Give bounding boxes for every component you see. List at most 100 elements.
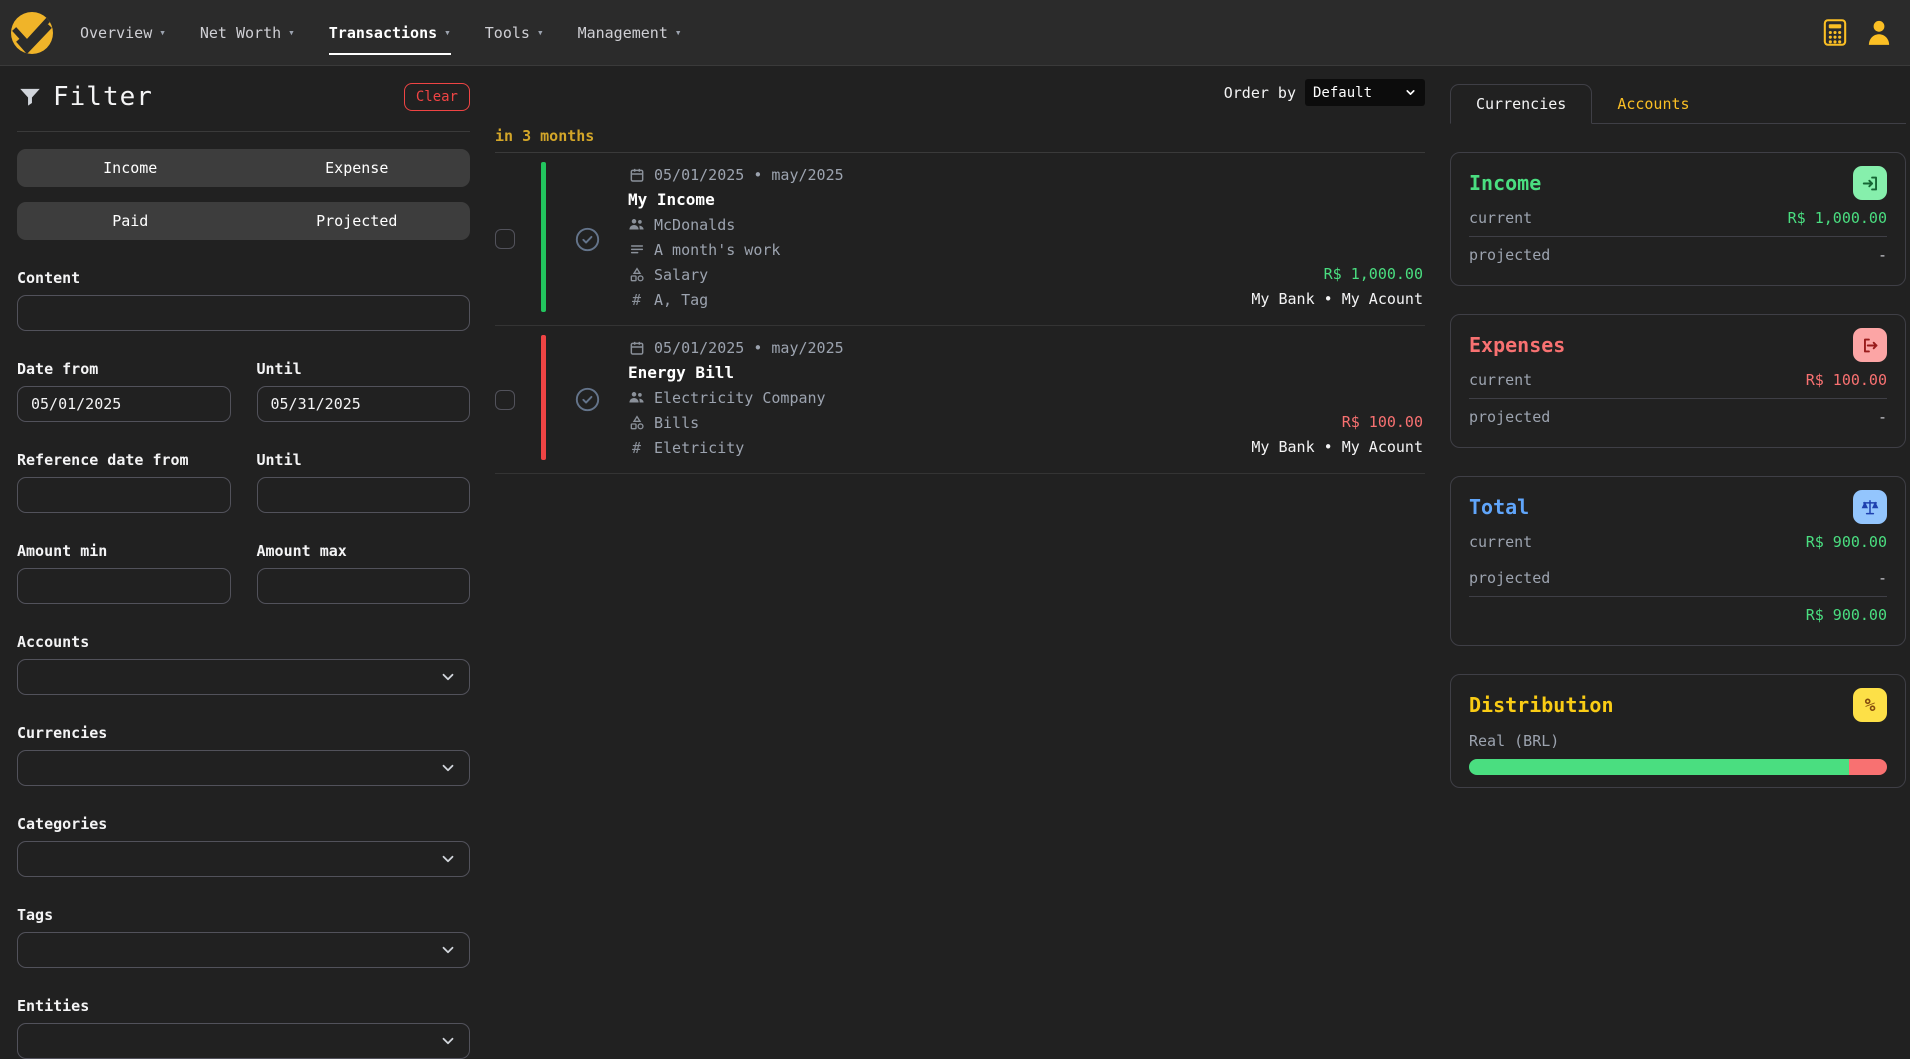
tab-currencies[interactable]: Currencies	[1450, 84, 1592, 124]
total-current-value: R$ 900.00	[1806, 533, 1887, 551]
amount-max-label: Amount max	[257, 542, 471, 560]
income-toggle-button[interactable]: Income	[17, 149, 244, 187]
app-logo-icon[interactable]	[10, 11, 54, 55]
clear-filter-button[interactable]: Clear	[404, 83, 470, 111]
distribution-card-title: Distribution	[1469, 693, 1614, 717]
content-label: Content	[17, 269, 470, 287]
income-card-title: Income	[1469, 171, 1541, 195]
entities-select[interactable]	[17, 1023, 470, 1059]
tags-hash-icon: #	[628, 291, 645, 309]
categories-label: Categories	[17, 815, 470, 833]
distribution-card: Distribution % Real (BRL)	[1450, 674, 1906, 788]
currencies-select[interactable]	[17, 750, 470, 786]
filter-funnel-icon	[17, 84, 43, 110]
category-icon	[629, 415, 645, 431]
transaction-checkbox[interactable]	[495, 390, 515, 410]
order-by-select[interactable]: Default	[1305, 79, 1425, 106]
nav-menu: Overview▾ Net Worth▾ Transactions▾ Tools…	[80, 24, 682, 42]
expenses-projected-value: -	[1878, 408, 1887, 426]
description-icon	[629, 242, 645, 258]
tags-select[interactable]	[17, 932, 470, 968]
transaction-title: My Income	[628, 190, 715, 209]
total-net-value: R$ 900.00	[1806, 606, 1887, 624]
accounts-select[interactable]	[17, 659, 470, 695]
entity-users-icon	[628, 216, 645, 233]
date-until-input[interactable]	[257, 386, 471, 422]
total-current-label: current	[1469, 533, 1532, 551]
accounts-label: Accounts	[17, 633, 470, 651]
transactions-panel: Order by Default in 3 months 05/01/2025 …	[495, 66, 1425, 474]
transaction-description: A month's work	[654, 241, 780, 259]
reference-date-until-label: Until	[257, 451, 471, 469]
income-current-value: R$ 1,000.00	[1788, 209, 1887, 227]
expenses-card: Expenses current R$ 100.00 projected -	[1450, 314, 1906, 448]
distribution-percent-icon[interactable]: %	[1853, 688, 1887, 722]
nav-item-overview[interactable]: Overview▾	[80, 24, 166, 42]
user-profile-icon[interactable]	[1865, 19, 1892, 46]
chevron-down-icon: ▾	[675, 26, 682, 39]
calculator-icon[interactable]	[1821, 19, 1848, 46]
income-card: Income currentR$ 1,000.00 projected-	[1450, 152, 1906, 286]
filter-title: Filter	[53, 82, 153, 112]
chevron-down-icon	[439, 1032, 457, 1050]
total-projected-label: projected	[1469, 569, 1550, 587]
total-projected-value: -	[1878, 569, 1887, 587]
transaction-row[interactable]: 05/01/2025 • may/2025 My Income McDonald…	[495, 153, 1425, 326]
transaction-row[interactable]: 05/01/2025 • may/2025 Energy Bill Electr…	[495, 326, 1425, 474]
date-from-label: Date from	[17, 360, 231, 378]
order-by-label: Order by	[1224, 84, 1296, 102]
nav-item-tools[interactable]: Tools▾	[485, 24, 544, 42]
nav-item-management[interactable]: Management▾	[578, 24, 682, 42]
distribution-bar	[1469, 759, 1887, 775]
type-toggle: Income Expense	[17, 149, 470, 187]
content-input[interactable]	[17, 295, 470, 331]
amount-min-label: Amount min	[17, 542, 231, 560]
currencies-label: Currencies	[17, 724, 470, 742]
entities-label: Entities	[17, 997, 470, 1015]
transaction-entity: McDonalds	[654, 216, 735, 234]
expenses-card-title: Expenses	[1469, 333, 1565, 357]
transaction-date: 05/01/2025 • may/2025	[654, 339, 844, 357]
transaction-amount: R$ 100.00	[1251, 410, 1423, 435]
check-circle-icon	[574, 226, 601, 253]
transaction-tags: A, Tag	[654, 291, 708, 309]
expenses-logout-icon[interactable]	[1853, 328, 1887, 362]
calendar-icon	[629, 340, 645, 356]
income-projected-label: projected	[1469, 246, 1550, 264]
tags-hash-icon: #	[628, 439, 645, 457]
nav-item-net-worth[interactable]: Net Worth▾	[200, 24, 295, 42]
transaction-group-header: in 3 months	[495, 127, 1425, 153]
entity-users-icon	[628, 389, 645, 406]
chevron-down-icon	[439, 941, 457, 959]
summary-tabs: Currencies Accounts	[1450, 84, 1906, 124]
reference-date-from-input[interactable]	[17, 477, 231, 513]
check-circle-icon	[574, 386, 601, 413]
calendar-icon	[629, 167, 645, 183]
status-toggle: Paid Projected	[17, 202, 470, 240]
total-scales-icon[interactable]	[1853, 490, 1887, 524]
date-from-input[interactable]	[17, 386, 231, 422]
reference-date-from-label: Reference date from	[17, 451, 231, 469]
expenses-projected-label: projected	[1469, 408, 1550, 426]
expense-toggle-button[interactable]: Expense	[244, 149, 471, 187]
distribution-bar-green	[1469, 759, 1849, 775]
nav-item-transactions[interactable]: Transactions▾	[329, 24, 451, 42]
chevron-down-icon: ▾	[444, 26, 451, 39]
summary-panel: Currencies Accounts Income currentR$ 1,0…	[1450, 66, 1906, 788]
transaction-checkbox[interactable]	[495, 229, 515, 249]
amount-max-input[interactable]	[257, 568, 471, 604]
categories-select[interactable]	[17, 841, 470, 877]
projected-toggle-button[interactable]: Projected	[244, 202, 471, 240]
expenses-current-label: current	[1469, 371, 1532, 389]
chevron-down-icon: ▾	[159, 26, 166, 39]
reference-date-until-input[interactable]	[257, 477, 471, 513]
chevron-down-icon	[439, 759, 457, 777]
amount-min-input[interactable]	[17, 568, 231, 604]
income-login-icon[interactable]	[1853, 166, 1887, 200]
tab-accounts[interactable]: Accounts	[1592, 84, 1714, 123]
transaction-amount: R$ 1,000.00	[1251, 262, 1423, 287]
expenses-current-value: R$ 100.00	[1806, 371, 1887, 389]
transaction-category: Salary	[654, 266, 708, 284]
transaction-title: Energy Bill	[628, 363, 734, 382]
paid-toggle-button[interactable]: Paid	[17, 202, 244, 240]
